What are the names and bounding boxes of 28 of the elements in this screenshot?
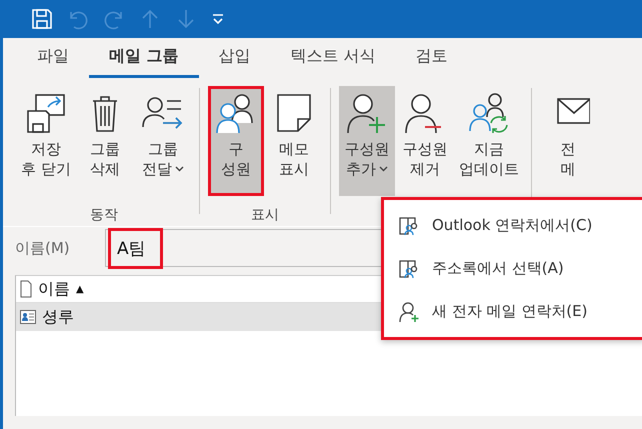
- update-now-button[interactable]: 지금 업데이트: [454, 86, 523, 196]
- members-button[interactable]: 구 성원: [208, 86, 264, 196]
- email-button[interactable]: 전 메: [540, 86, 596, 196]
- add-member-button[interactable]: 구성원 추가: [338, 86, 395, 196]
- group-label: 동작: [90, 206, 118, 224]
- ribbon-tab[interactable]: 텍스트 서식: [270, 38, 396, 78]
- name-value: A팀: [108, 228, 163, 268]
- forward-group-button[interactable]: 그룹 전달: [134, 86, 191, 196]
- customize-icon[interactable]: [211, 13, 225, 25]
- notes-button[interactable]: 메모 표시: [266, 86, 322, 196]
- name-label: 이름(M): [15, 238, 71, 258]
- ribbon-tab[interactable]: 메일 그룹: [89, 38, 199, 78]
- save-close-button[interactable]: 저장 후 닫기: [17, 86, 75, 196]
- ribbon-tab[interactable]: 검토: [396, 38, 468, 78]
- ribbon-tab[interactable]: 삽입: [198, 38, 271, 78]
- contact-book-icon: [398, 214, 420, 236]
- group-label: 표시: [250, 206, 279, 224]
- delete-group-button[interactable]: 그룹 삭제: [76, 86, 133, 196]
- save-icon[interactable]: [31, 8, 53, 30]
- caret-icon: [378, 166, 388, 172]
- caret-icon: [174, 166, 184, 172]
- contact-book-icon: [398, 258, 420, 280]
- ribbon-tab[interactable]: 파일: [17, 38, 89, 78]
- document-icon: [20, 280, 32, 298]
- remove-member-button[interactable]: 구성원 제거: [396, 86, 453, 196]
- person-plus-icon: [398, 300, 420, 322]
- people-refresh-icon: [466, 91, 511, 135]
- contact-card-icon: [20, 309, 36, 325]
